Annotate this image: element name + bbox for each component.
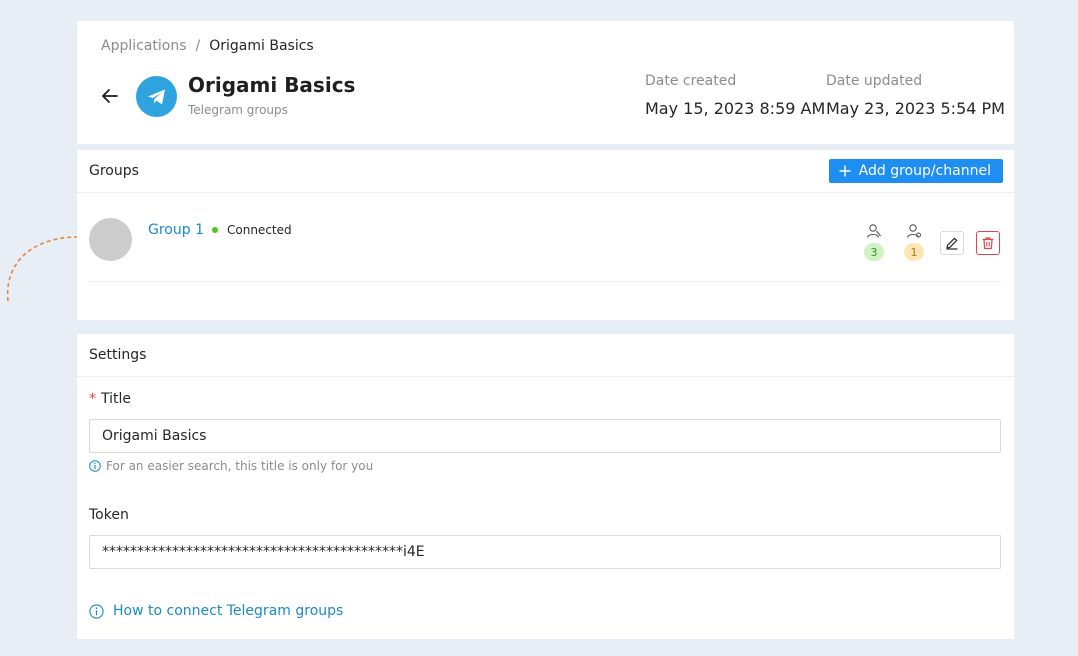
group-name-link[interactable]: Group 1: [148, 222, 204, 238]
telegram-icon: [136, 76, 177, 117]
breadcrumb-current: Origami Basics: [209, 38, 314, 54]
members-count: 3: [864, 223, 884, 263]
settings-card: Settings * Title For an easier search, th…: [77, 334, 1014, 639]
breadcrumb-applications-link[interactable]: Applications: [101, 38, 187, 54]
breadcrumb-separator: /: [195, 38, 201, 54]
app-header-card: Applications / Origami Basics Origami Ba…: [77, 21, 1014, 144]
required-mark: *: [89, 391, 96, 407]
admins-badge: 1: [904, 243, 924, 261]
members-icon: [866, 224, 881, 238]
add-group-channel-label: Add group/channel: [858, 163, 991, 179]
title-field-label: * Title: [89, 391, 131, 407]
token-input[interactable]: [89, 535, 1001, 569]
info-icon: [89, 603, 104, 619]
admins-count: 1: [904, 223, 924, 263]
status-dot: [212, 227, 218, 233]
token-field-label: Token: [89, 507, 129, 523]
title-hint-text: For an easier search, this title is only…: [106, 459, 374, 473]
delete-group-button[interactable]: [976, 231, 1000, 255]
pencil-icon: [946, 237, 958, 250]
edit-group-button[interactable]: [940, 231, 964, 255]
page-title: Origami Basics: [188, 73, 356, 97]
members-badge: 3: [864, 243, 884, 261]
group-status-text: Connected: [227, 223, 292, 237]
title-hint: For an easier search, this title is only…: [89, 459, 373, 473]
add-group-channel-button[interactable]: Add group/channel: [828, 159, 1003, 183]
how-to-connect-text: How to connect Telegram groups: [113, 603, 344, 619]
date-created-label: Date created: [645, 73, 737, 89]
title-input[interactable]: [89, 419, 1001, 453]
date-updated-value: May 23, 2023 5:54 PM: [826, 99, 1005, 118]
title-label-text: Title: [101, 391, 132, 407]
admins-icon: [906, 224, 921, 238]
group-row: Group 1 Connected 3 1: [89, 193, 1001, 282]
date-updated: Date updated May 23, 2023 5:54 PM: [826, 73, 1005, 118]
how-to-connect-link[interactable]: How to connect Telegram groups: [89, 603, 343, 619]
groups-card: Groups Add group/channel Group 1 Connect…: [77, 150, 1014, 320]
page-subtitle: Telegram groups: [188, 103, 288, 117]
date-created: Date created May 15, 2023 8:59 AM: [645, 73, 825, 118]
plus-icon: [839, 165, 851, 177]
date-updated-label: Date updated: [826, 73, 923, 89]
date-created-value: May 15, 2023 8:59 AM: [645, 99, 826, 118]
groups-title: Groups: [89, 163, 139, 179]
group-status: Connected: [212, 223, 292, 237]
breadcrumb: Applications / Origami Basics: [101, 38, 314, 54]
back-arrow-icon[interactable]: [99, 85, 121, 107]
groups-header: Groups Add group/channel: [77, 150, 1014, 193]
info-icon: [89, 460, 101, 472]
settings-header: Settings: [77, 334, 1014, 377]
group-avatar: [89, 218, 132, 261]
settings-title: Settings: [89, 347, 147, 363]
trash-icon: [982, 237, 994, 250]
